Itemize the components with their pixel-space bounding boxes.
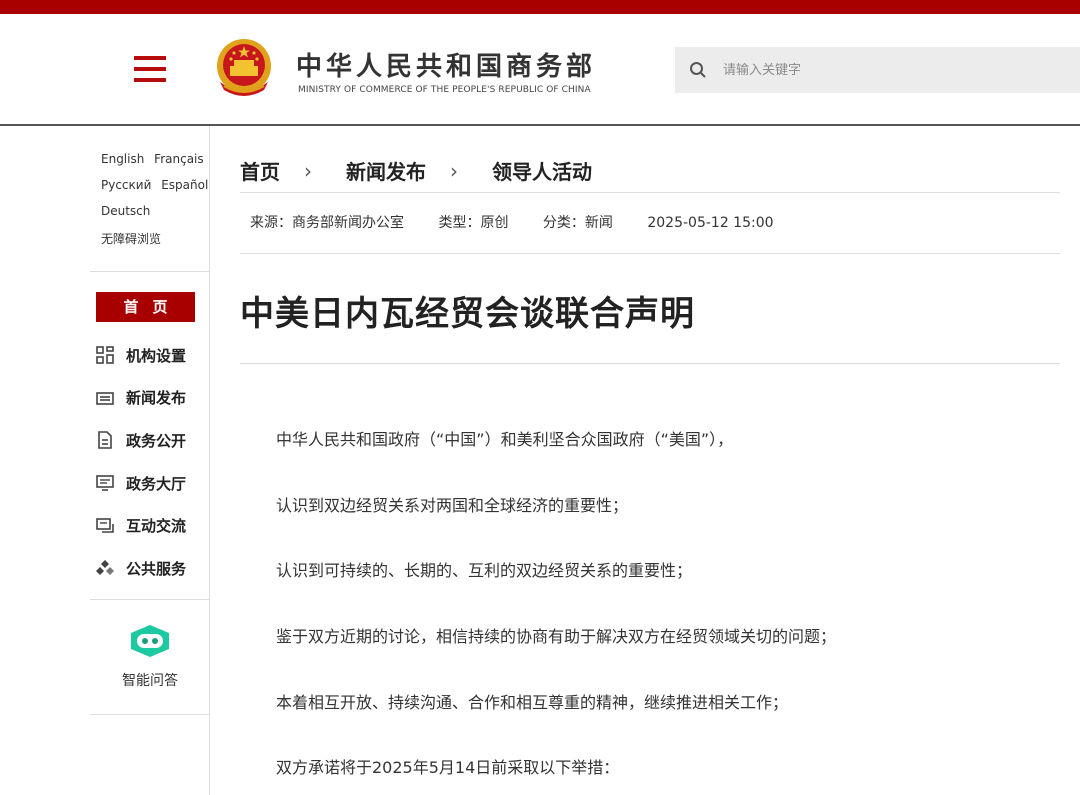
- language-link-spanish[interactable]: Español: [161, 178, 208, 192]
- sidebar: English Français Русский Español Deutsch…: [90, 126, 210, 795]
- divider: [240, 363, 1060, 364]
- search-box: [675, 47, 1080, 93]
- divider: [240, 192, 1060, 193]
- divider: [240, 253, 1060, 254]
- site-name-cn[interactable]: 中华人民共和国商务部: [296, 46, 596, 83]
- chat-icon: [96, 517, 114, 533]
- sidebar-item-government-affairs[interactable]: 政务公开: [96, 419, 186, 462]
- article-paragraph: 双方承诺将于2025年5月14日前采取以下举措：: [276, 758, 620, 778]
- language-link-german[interactable]: Deutsch: [101, 204, 150, 218]
- language-link-english[interactable]: English: [101, 152, 144, 166]
- article-title: 中美日内瓦经贸会谈联合声明: [240, 294, 695, 334]
- divider: [90, 599, 210, 600]
- sidebar-item-news[interactable]: 新闻发布: [96, 377, 186, 420]
- service-icon: [96, 560, 114, 576]
- breadcrumb-news[interactable]: 新闻发布: [346, 156, 426, 185]
- sidebar-item-label: 机构设置: [126, 346, 187, 365]
- document-icon: [98, 431, 112, 450]
- sidebar-nav: 机构设置 新闻发布 政务公开 政务大厅 互动交流 公共服务: [96, 334, 186, 590]
- search-icon[interactable]: [689, 61, 707, 79]
- language-row: Русский Español: [101, 178, 213, 204]
- sidebar-item-interaction[interactable]: 互动交流: [96, 504, 186, 547]
- sidebar-item-public-service[interactable]: 公共服务: [96, 547, 186, 590]
- article-paragraph: 认识到双边经贸关系对两国和全球经济的重要性；: [276, 495, 629, 515]
- grid-icon: [96, 346, 114, 365]
- language-row: English Français: [101, 152, 213, 178]
- language-row: Deutsch: [101, 204, 213, 230]
- site-name-en: MINISTRY OF COMMERCE OF THE PEOPLE'S REP…: [298, 85, 591, 95]
- sidebar-item-service-hall[interactable]: 政务大厅: [96, 462, 186, 505]
- chevron-right-icon: ›: [304, 158, 312, 183]
- accessibility-link[interactable]: 无障碍浏览: [101, 232, 161, 246]
- sidebar-item-organization[interactable]: 机构设置: [96, 334, 186, 377]
- divider: [90, 271, 210, 272]
- sidebar-item-label: 政务公开: [126, 431, 187, 450]
- article-source: 来源：商务部新闻办公室: [250, 215, 404, 231]
- article-category: 分类：新闻: [542, 215, 613, 231]
- menu-icon-bar: [134, 56, 166, 60]
- sidebar-item-label: 政务大厅: [126, 474, 187, 493]
- ai-assistant-button[interactable]: 智能问答: [90, 624, 210, 690]
- news-icon: [96, 392, 114, 405]
- top-accent-bar: [0, 0, 1080, 14]
- home-button[interactable]: 首页: [96, 292, 195, 322]
- robot-icon: [131, 625, 169, 657]
- sidebar-item-label: 新闻发布: [126, 389, 187, 408]
- article-datetime: 2025-05-12 15:00: [647, 215, 774, 231]
- article-meta: 来源：商务部新闻办公室 类型：原创 分类：新闻 2025-05-12 15:00: [250, 212, 804, 232]
- article-paragraph: 认识到可持续的、长期的、互利的双边经贸关系的重要性；: [276, 561, 693, 581]
- article-paragraph: 中华人民共和国政府（“中国”）和美利坚合众国政府（“美国”），: [276, 430, 734, 449]
- article-body: 中华人民共和国政府（“中国”）和美利坚合众国政府（“美国”）， 认识到双边经贸关…: [276, 426, 1060, 795]
- search-input[interactable]: [723, 47, 1063, 93]
- site-header: 中华人民共和国商务部 MINISTRY OF COMMERCE OF THE P…: [0, 14, 1080, 126]
- language-link-french[interactable]: Français: [154, 152, 203, 166]
- menu-icon-bar: [134, 78, 166, 82]
- menu-icon-bar: [134, 67, 166, 71]
- language-list: English Français Русский Español Deutsch…: [101, 152, 213, 256]
- article-paragraph: 本着相互开放、持续沟通、合作和相互尊重的精神，继续推进相关工作；: [276, 692, 789, 712]
- monitor-icon: [96, 475, 114, 491]
- ai-assistant-label: 智能问答: [122, 673, 178, 689]
- language-link-russian[interactable]: Русский: [101, 178, 151, 192]
- article-paragraph: 鉴于双方近期的讨论，相信持续的协商有助于解决双方在经贸领域关切的问题；: [276, 627, 837, 647]
- breadcrumb-home[interactable]: 首页: [240, 156, 280, 185]
- national-emblem-icon[interactable]: [214, 38, 274, 100]
- main-content: 首页 › 新闻发布 › 领导人活动 来源：商务部新闻办公室 类型：原创 分类：新…: [240, 126, 1060, 795]
- sidebar-item-label: 公共服务: [126, 559, 187, 578]
- breadcrumb-leaders-activities[interactable]: 领导人活动: [492, 156, 592, 185]
- language-row: 无障碍浏览: [101, 230, 213, 256]
- menu-button[interactable]: [134, 56, 166, 82]
- breadcrumb: 首页 › 新闻发布 › 领导人活动: [240, 156, 592, 185]
- sidebar-item-label: 互动交流: [126, 517, 187, 536]
- chevron-right-icon: ›: [450, 158, 458, 183]
- divider: [90, 714, 210, 715]
- article-type: 类型：原创: [438, 215, 509, 231]
